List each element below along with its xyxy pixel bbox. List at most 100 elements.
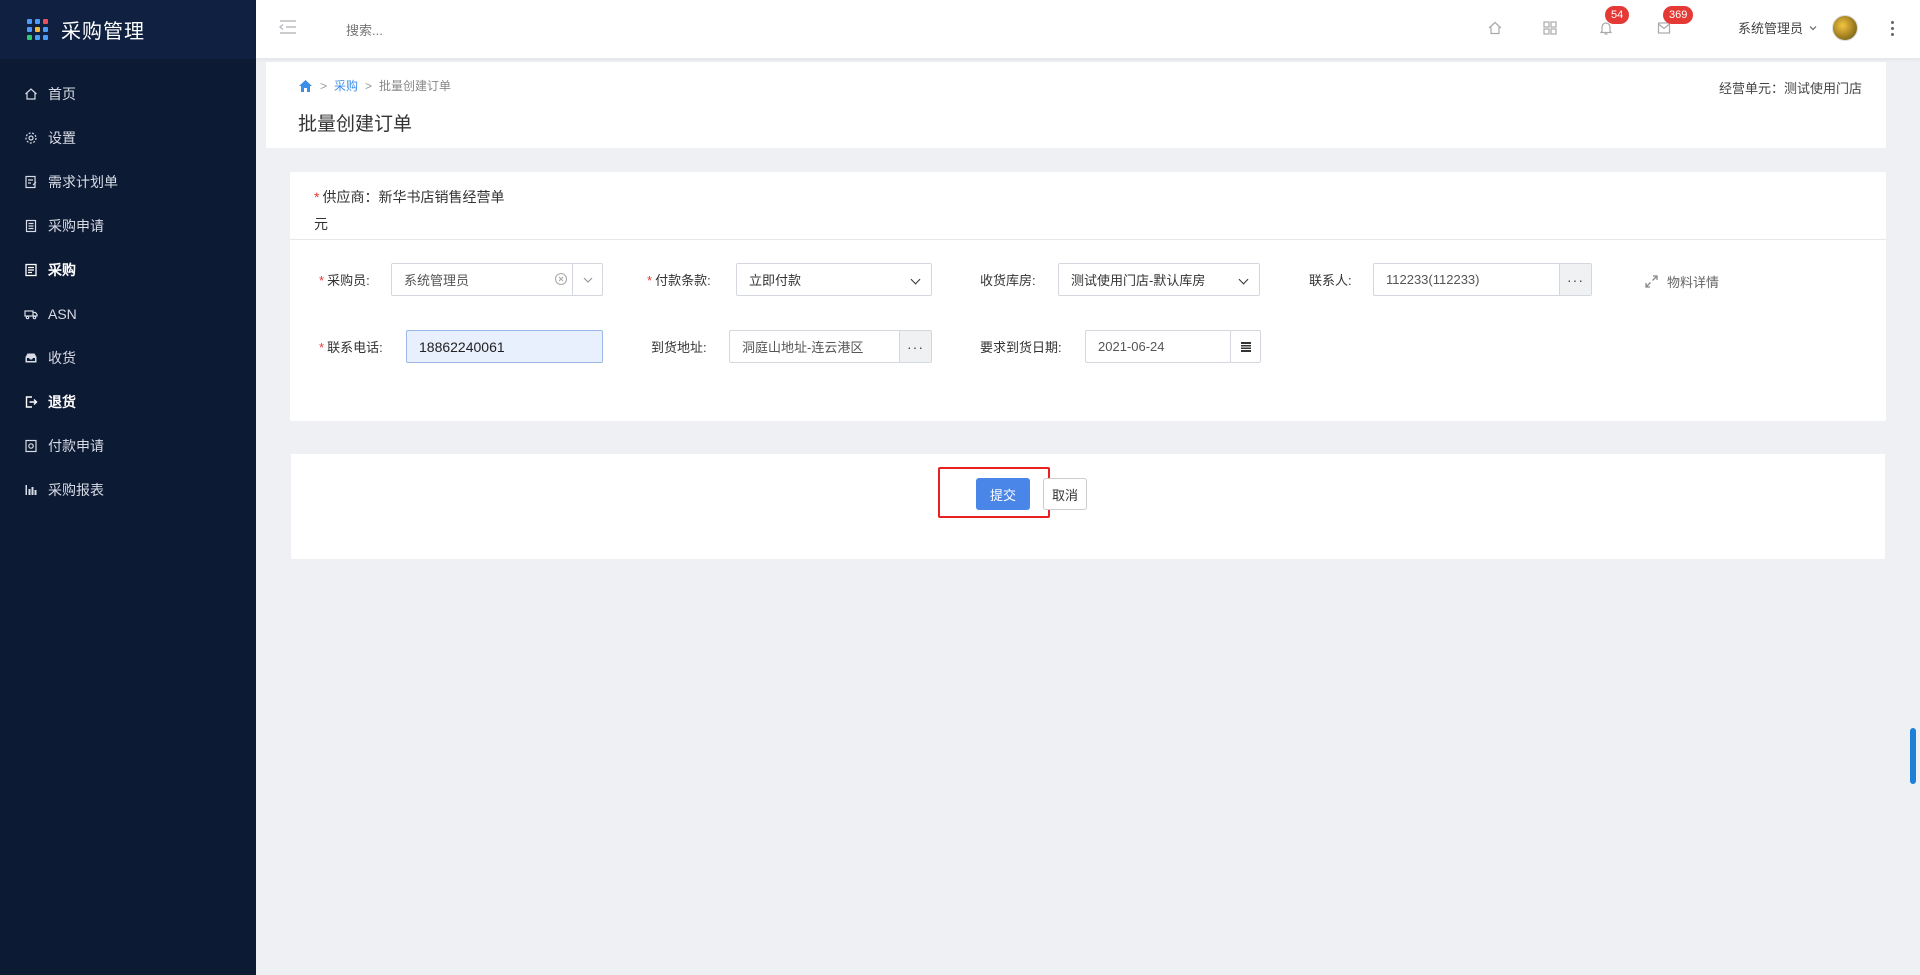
warehouse-value: 测试使用门店-默认库房	[1071, 273, 1206, 288]
sidebar: 采购管理 首页 设置 需求计划单 采购申请 采购 ASN 收货 退货 付款申请 …	[0, 0, 256, 975]
calendar-button[interactable]	[1230, 330, 1261, 363]
buyer-label-text: 采购员:	[327, 273, 370, 288]
sidebar-item-label: 需求计划单	[48, 174, 118, 190]
sidebar-item-label: 退货	[48, 394, 76, 410]
sidebar-item-demand-plan[interactable]: 需求计划单	[0, 160, 256, 204]
breadcrumb-home-icon[interactable]	[298, 79, 313, 93]
user-name: 系统管理员	[1738, 21, 1804, 36]
home-icon	[24, 87, 38, 101]
address-label: 到货地址:	[651, 340, 707, 355]
warehouse-select[interactable]: 测试使用门店-默认库房	[1058, 263, 1260, 296]
material-detail-link[interactable]: 物料详情	[1644, 272, 1719, 291]
action-panel: 提交 取消	[291, 454, 1885, 559]
cancel-button[interactable]: 取消	[1043, 478, 1087, 510]
order-form: * 供应商：新华书店销售经营单元 * 采购员: 系统管理员 * 付款条款: 立即付款 …	[290, 172, 1886, 421]
warehouse-label: 收货库房:	[980, 273, 1036, 288]
sidebar-item-home[interactable]: 首页	[0, 72, 256, 116]
clear-icon[interactable]	[554, 272, 568, 286]
contact-label: 联系人:	[1309, 273, 1352, 288]
sidebar-item-receiving[interactable]: 收货	[0, 336, 256, 380]
material-detail-text: 物料详情	[1667, 275, 1720, 290]
breadcrumb-current: 批量创建订单	[379, 79, 452, 93]
phone-value: 18862240061	[419, 338, 505, 355]
message-icon[interactable]: 369	[1654, 6, 1694, 38]
breadcrumb: > 采购 > 批量创建订单	[298, 77, 451, 94]
phone-label-text: 联系电话:	[327, 340, 383, 355]
breadcrumb-separator: >	[320, 78, 328, 93]
app-title: 采购管理	[61, 21, 145, 43]
chevron-down-icon	[1808, 23, 1818, 33]
user-menu[interactable]: 系统管理员	[1738, 18, 1818, 37]
breadcrumb-section[interactable]: 采购	[334, 77, 358, 94]
payment-terms-select[interactable]: 立即付款	[736, 263, 932, 296]
top-bar: 54 369 系统管理员	[256, 0, 1920, 59]
menu-toggle-icon[interactable]	[278, 18, 298, 36]
notification-badge: 54	[1605, 6, 1630, 24]
submit-button[interactable]: 提交	[976, 478, 1030, 510]
sidebar-nav: 首页 设置 需求计划单 采购申请 采购 ASN 收货 退货 付款申请 采购报表	[0, 72, 256, 512]
business-unit: 经营单元：测试使用门店	[1718, 81, 1862, 96]
scroll-handle[interactable]	[1910, 728, 1916, 784]
contact-field[interactable]: 112233(112233) ···	[1373, 263, 1592, 296]
document-edit-icon	[24, 175, 38, 189]
sidebar-item-label: ASN	[48, 306, 77, 322]
sidebar-item-purchase-request[interactable]: 采购申请	[0, 204, 256, 248]
phone-input[interactable]: 18862240061	[406, 330, 603, 363]
required-mark: *	[319, 340, 325, 355]
sidebar-item-settings[interactable]: 设置	[0, 116, 256, 160]
page-header: > 采购 > 批量创建订单 经营单元：测试使用门店 批量创建订单	[266, 62, 1886, 148]
search-input[interactable]	[346, 19, 586, 41]
gear-icon	[24, 131, 38, 145]
sidebar-item-returns[interactable]: 退货	[0, 380, 256, 424]
address-field[interactable]: 洞庭山地址-连云港区 ···	[729, 330, 932, 363]
receipt-icon	[24, 219, 38, 233]
list-icon	[24, 263, 38, 277]
return-icon	[24, 395, 38, 409]
app-grid-icon[interactable]	[27, 19, 48, 40]
sidebar-item-purchase[interactable]: 采购	[0, 248, 256, 292]
supplier-field: * 供应商：新华书店销售经营单元	[314, 184, 514, 238]
delivery-date-label: 要求到货日期:	[980, 340, 1062, 355]
buyer-select[interactable]: 系统管理员	[391, 263, 603, 296]
message-badge: 369	[1663, 6, 1694, 24]
sidebar-item-label: 付款申请	[48, 438, 104, 454]
payment-label-text: 付款条款:	[655, 273, 711, 288]
inbox-icon	[24, 351, 38, 365]
sidebar-item-label: 采购申请	[48, 218, 104, 234]
required-mark: *	[319, 273, 325, 288]
delivery-date-input[interactable]: 2021-06-24	[1085, 330, 1231, 363]
buyer-value: 系统管理员	[404, 273, 470, 288]
sidebar-item-label: 设置	[48, 130, 76, 146]
bell-icon[interactable]: 54	[1596, 6, 1630, 38]
sidebar-item-purchase-report[interactable]: 采购报表	[0, 468, 256, 512]
payment-terms-label: * 付款条款:	[647, 270, 711, 289]
chevron-down-icon[interactable]	[572, 264, 602, 295]
contact-value: 112233(112233)	[1386, 272, 1480, 287]
sidebar-item-label: 收货	[48, 350, 76, 366]
payment-value: 立即付款	[749, 273, 802, 288]
address-picker-button[interactable]: ···	[899, 331, 931, 362]
calendar-icon	[1240, 341, 1252, 353]
sidebar-item-label: 采购	[48, 262, 76, 278]
buyer-label: * 采购员:	[319, 270, 370, 289]
sidebar-item-label: 采购报表	[48, 482, 104, 498]
expand-icon	[1644, 274, 1659, 289]
sidebar-item-label: 首页	[48, 86, 76, 102]
contact-picker-button[interactable]: ···	[1559, 264, 1591, 295]
page-title: 批量创建订单	[298, 114, 413, 135]
phone-label: * 联系电话:	[319, 337, 383, 356]
address-value: 洞庭山地址-连云港区	[742, 340, 864, 355]
more-options-icon[interactable]	[1886, 16, 1898, 40]
payment-icon	[24, 439, 38, 453]
brand-bar: 采购管理	[0, 0, 256, 59]
required-mark: *	[314, 189, 320, 205]
avatar[interactable]	[1832, 15, 1858, 41]
truck-icon	[24, 307, 38, 321]
sidebar-item-payment-request[interactable]: 付款申请	[0, 424, 256, 468]
apps-icon[interactable]	[1540, 18, 1560, 38]
sidebar-item-asn[interactable]: ASN	[0, 292, 256, 336]
bar-chart-icon	[24, 483, 38, 497]
required-mark: *	[647, 273, 653, 288]
supplier-text: 供应商：新华书店销售经营单元	[314, 189, 505, 232]
home-shortcut-icon[interactable]	[1485, 18, 1505, 38]
